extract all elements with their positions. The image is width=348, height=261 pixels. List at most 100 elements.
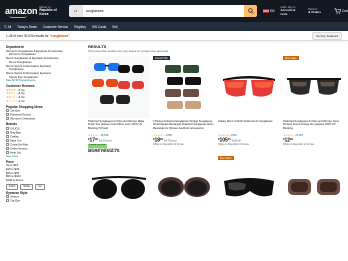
cart-button[interactable]: Cart <box>334 8 348 14</box>
account-line2: Account & Lists <box>280 8 296 16</box>
logo-smile-icon <box>9 15 27 18</box>
price-option[interactable]: $100 & above <box>6 178 78 183</box>
results-query: "sunglasses" <box>49 33 70 38</box>
product-image[interactable] <box>283 156 344 218</box>
sunglasses-5pack-image <box>91 63 144 104</box>
product-image[interactable] <box>153 156 214 218</box>
deliver-to[interactable]: Deliver to Republic of Korea <box>39 6 66 16</box>
product-card[interactable] <box>88 156 149 218</box>
price-go-button[interactable]: Go <box>35 183 45 190</box>
stars-icon: ★★★★☆ <box>153 134 165 137</box>
returns-orders[interactable]: Returns & Orders <box>308 8 330 15</box>
checkbox[interactable] <box>6 113 9 116</box>
results-main: RESULTS Price and other details may vary… <box>88 44 344 151</box>
product-card[interactable]: Best Seller <box>218 156 279 218</box>
search-icon <box>247 8 254 14</box>
stars-icon: ★★★★☆ <box>88 134 100 137</box>
product-rating[interactable]: ★★★★★ 4,852 <box>218 134 279 137</box>
nav-customer-service[interactable]: Customer Service <box>43 25 68 29</box>
product-rating[interactable]: ★★★★☆ 18,038 <box>88 134 149 137</box>
checkbox[interactable] <box>6 146 9 150</box>
product-card[interactable]: Polarized Sunglasses for Men and Women M… <box>88 56 149 151</box>
product-card[interactable]: Best Seller Polarized Sunglasses for Men… <box>283 56 344 151</box>
price-max-input[interactable]: $ Max <box>20 183 34 190</box>
checkbox[interactable] <box>6 195 9 198</box>
nav-registry[interactable]: Registry <box>74 25 86 29</box>
sort-label: Sort by: Featured <box>316 33 338 38</box>
review-count: 18,038 <box>100 134 109 137</box>
amazon-logo[interactable]: amazon <box>5 6 38 18</box>
review-count: 4,852 <box>230 134 237 137</box>
more-results-title: MORE RESULTS <box>88 148 120 153</box>
checkbox[interactable] <box>6 130 9 134</box>
results-subtitle: Price and other details may vary based o… <box>88 49 169 53</box>
unit-price: $3.60/count <box>99 140 112 143</box>
search-input[interactable] <box>82 5 245 17</box>
review-count: 23,367 <box>295 134 304 137</box>
page: amazon Deliver to Republic of Korea All … <box>0 0 348 261</box>
product-title[interactable]: Oakley Men's Oo9417 Holbrook XL Sunglass… <box>218 120 279 134</box>
product-title[interactable]: Polarized Sunglasses for Men and Women M… <box>88 120 149 134</box>
nav-gift-cards[interactable]: Gift Cards <box>92 25 106 29</box>
rimless-sunglasses-image <box>286 78 341 95</box>
review-filter-1[interactable]: ★☆☆☆☆ & Up <box>6 98 78 104</box>
search-bar: All <box>68 5 258 17</box>
account-menu[interactable]: Hello, sign in Account & Lists <box>280 6 302 16</box>
review-count: 1,089 <box>165 134 172 137</box>
overall-pick-badge: Overall Pick <box>153 56 170 61</box>
nav-sell[interactable]: Sell <box>112 25 117 29</box>
checkbox[interactable] <box>6 117 9 120</box>
best-seller-badge: Best Seller <box>283 56 299 61</box>
language-label: EN <box>270 9 275 13</box>
shipping-info: Ships to Republic of Korea <box>218 143 249 147</box>
product-card[interactable]: Oakley Men's Oo9417 Holbrook XL Sunglass… <box>218 56 279 151</box>
more-results-grid: Best Seller <box>88 156 344 218</box>
idea-option[interactable]: Women's Oversized <box>6 117 78 121</box>
product-image[interactable] <box>88 56 149 118</box>
search-category-dropdown[interactable]: All <box>68 5 83 17</box>
checkbox[interactable] <box>6 109 9 112</box>
price-cents: 99 <box>95 138 98 142</box>
search-button[interactable] <box>244 5 258 17</box>
language-selector[interactable]: EN <box>263 9 274 13</box>
results-count-text: 1-48 of over 30,000 results for <box>6 33 49 38</box>
product-title[interactable]: 4 Pieces Polarized Sunglasses Vintage Su… <box>153 120 214 134</box>
cart-icon <box>334 8 341 14</box>
nav-bar: ☰ All Today's Deals Customer Service Reg… <box>0 22 348 31</box>
eyewear-option[interactable]: Cat Eye <box>6 199 78 203</box>
product-card[interactable] <box>153 156 214 218</box>
see-all-departments-link[interactable]: See All 39 Departments <box>6 79 78 83</box>
us-flag-icon <box>263 9 270 13</box>
nav-todays-deals[interactable]: Today's Deals <box>17 25 37 29</box>
see-more-brands-link[interactable]: See more <box>6 154 78 159</box>
shipping-info: Ships to Republic of Korea <box>283 143 314 147</box>
stars-icon: ★★★★☆ <box>283 134 295 137</box>
product-price: $1799 $3.60/count <box>88 138 112 144</box>
stars-icon: ★☆☆☆☆ <box>6 98 18 103</box>
product-card[interactable]: Overall Pick 4 Pieces Polarized Sunglass… <box>153 56 214 151</box>
sort-dropdown[interactable]: Sort by: Featured <box>312 31 342 40</box>
product-title[interactable]: Polarized Sunglasses for Men and Women S… <box>283 120 344 134</box>
product-rating[interactable]: ★★★★☆ 1,089 <box>153 134 214 137</box>
checkbox[interactable] <box>6 199 9 202</box>
product-image[interactable]: Overall Pick <box>153 56 214 118</box>
product-image[interactable] <box>88 156 149 218</box>
shipping-info: Ships to Republic of Korea <box>153 143 184 147</box>
nav-all[interactable]: ☰ All <box>4 25 11 29</box>
checkbox[interactable] <box>6 134 9 138</box>
product-image[interactable]: Best Seller <box>283 56 344 118</box>
product-card[interactable] <box>283 156 344 218</box>
product-image[interactable] <box>218 56 279 118</box>
checkbox[interactable] <box>6 142 9 146</box>
product-rating[interactable]: ★★★★☆ 23,367 <box>283 134 344 137</box>
price-min-input[interactable]: $ Min <box>6 183 19 190</box>
brown-sunglasses-image <box>287 179 340 195</box>
checkbox[interactable] <box>6 126 9 130</box>
tortoise-sunglasses-image <box>157 177 210 197</box>
price-cents: 00 <box>227 138 231 142</box>
checkbox[interactable] <box>6 138 9 142</box>
price-cents: 99 <box>290 138 293 142</box>
top-header: amazon Deliver to Republic of Korea All … <box>0 0 348 22</box>
product-image[interactable]: Best Seller <box>218 156 279 218</box>
idea-label: Women's Oversized <box>10 116 35 121</box>
